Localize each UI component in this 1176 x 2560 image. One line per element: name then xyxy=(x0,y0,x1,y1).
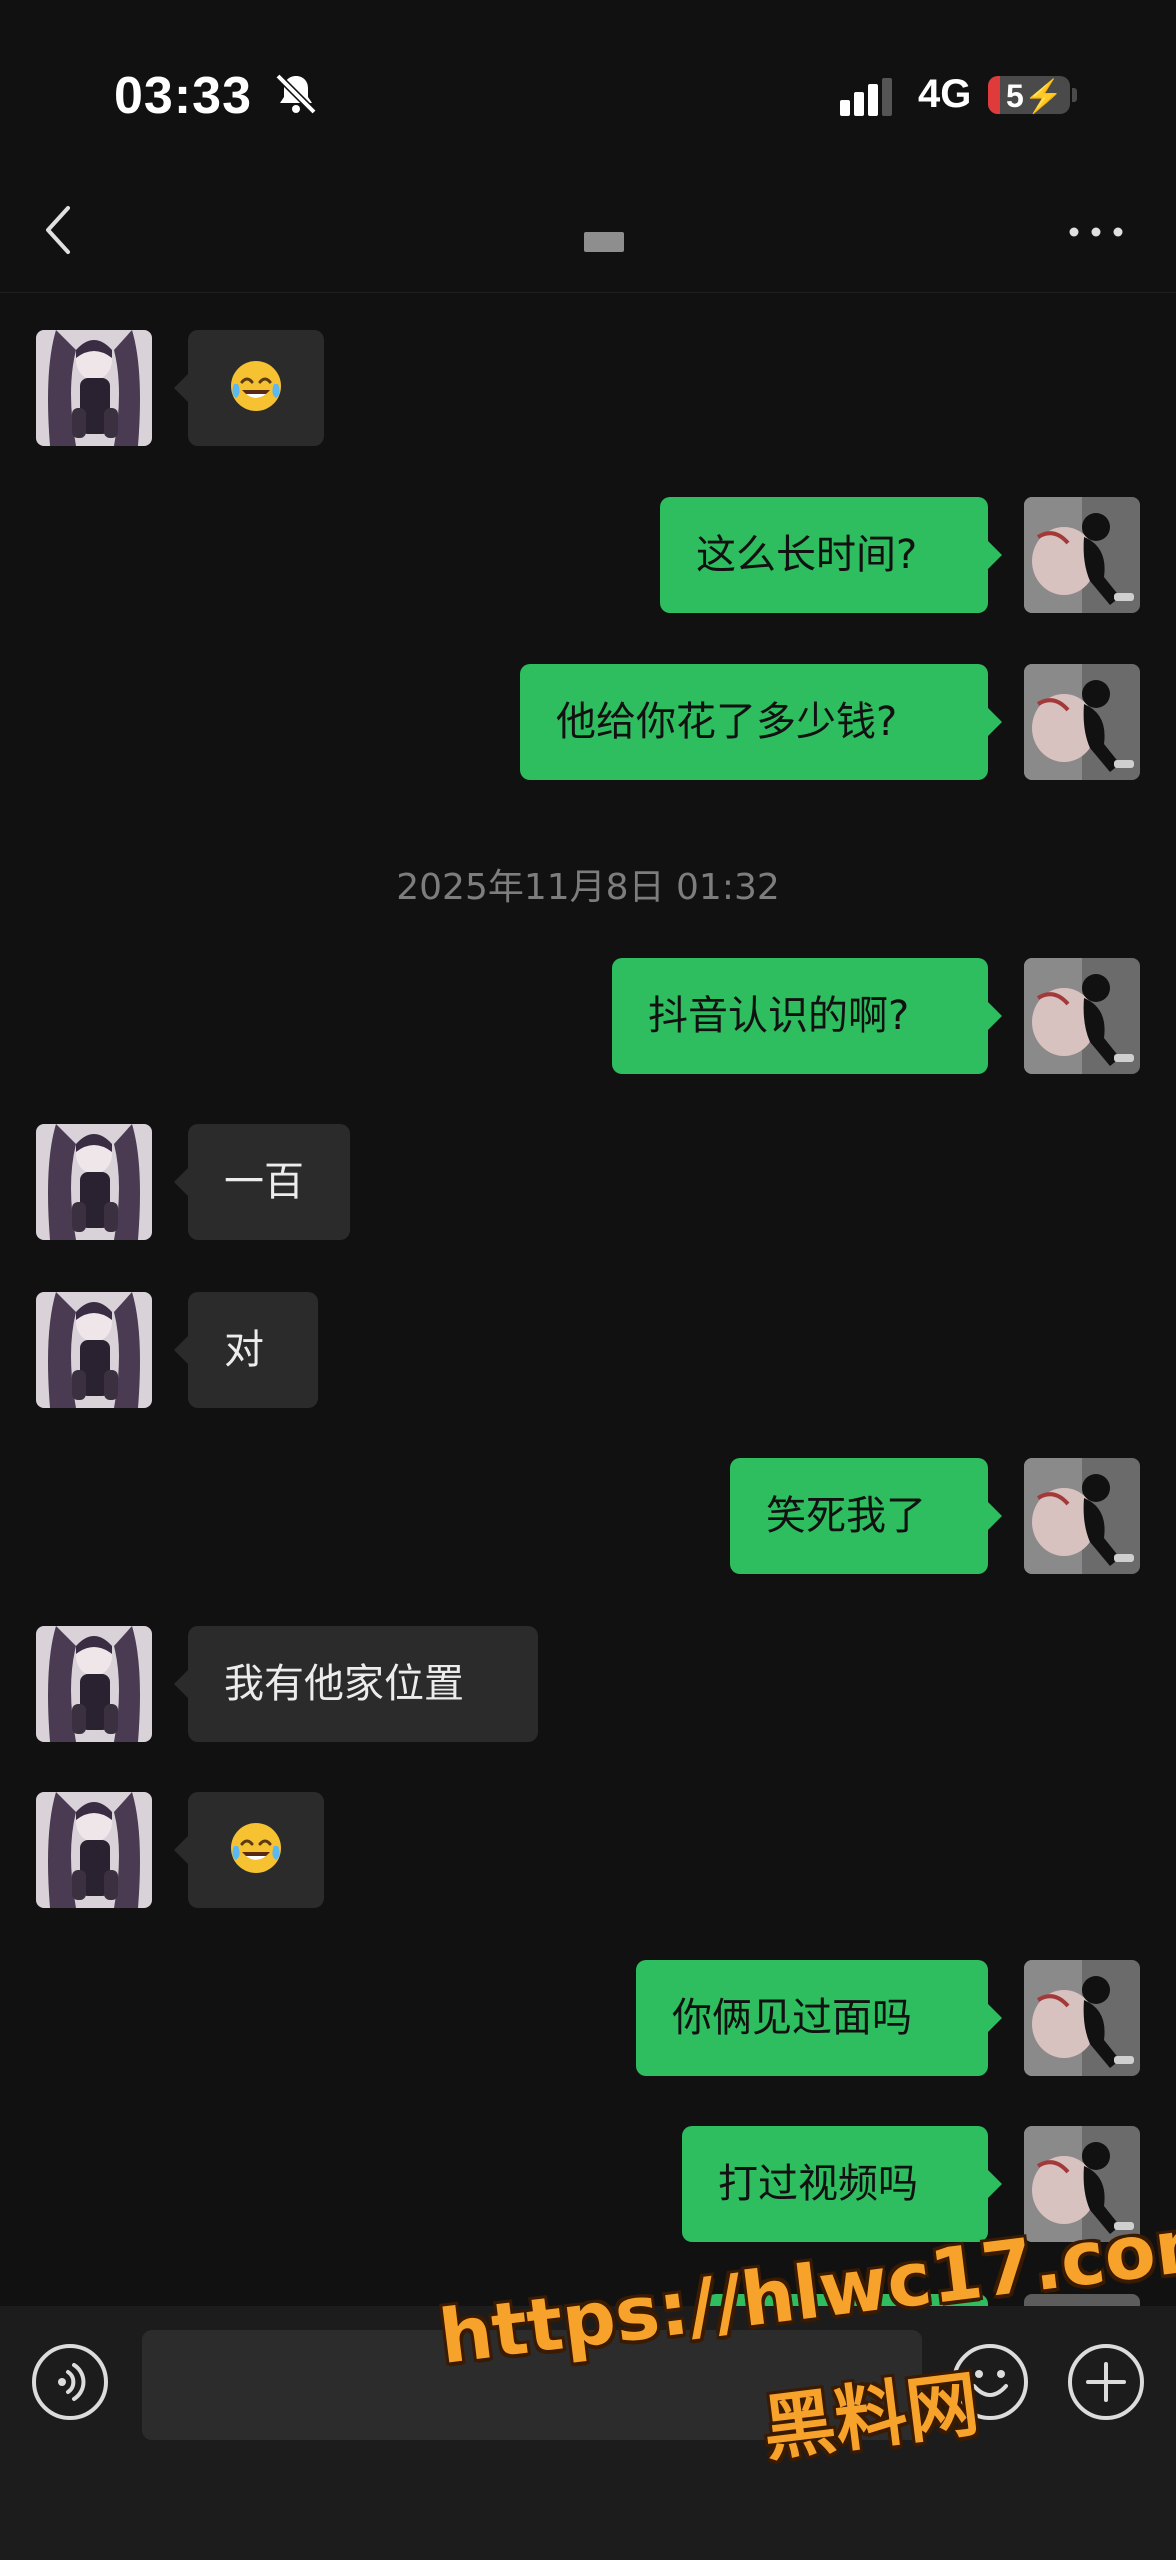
sent-message: 你俩见过面吗 xyxy=(0,1960,1176,2076)
my-avatar[interactable] xyxy=(1024,497,1140,613)
received-message: 一百 xyxy=(0,1124,1176,1240)
contact-avatar[interactable] xyxy=(36,330,152,446)
message-bubble[interactable]: 他给你花了多少钱? xyxy=(520,664,1002,780)
plus-circle-icon[interactable] xyxy=(1066,2342,1146,2422)
signal-bars-icon xyxy=(840,78,892,116)
battery-text: 5⚡ xyxy=(1006,78,1064,114)
input-bar xyxy=(0,2306,1176,2560)
received-message xyxy=(0,330,1176,446)
contact-avatar[interactable] xyxy=(36,1124,152,1240)
my-avatar[interactable] xyxy=(1024,664,1140,780)
emoji-message-bubble[interactable] xyxy=(174,1792,324,1908)
sent-message: 笑死我了 xyxy=(0,1458,1176,1574)
ellipsis-icon[interactable] xyxy=(1068,224,1124,240)
message-timestamp: 2025年11月8日 01:32 xyxy=(396,867,780,908)
battery-level xyxy=(988,76,1000,114)
received-message: 对 xyxy=(0,1292,1176,1408)
sent-message: 这么长时间? xyxy=(0,497,1176,613)
message-bubble[interactable]: 打过视频吗 xyxy=(682,2126,1002,2242)
my-avatar[interactable] xyxy=(1024,2126,1140,2242)
bell-slash-icon xyxy=(275,73,317,115)
message-bubble[interactable]: 对 xyxy=(174,1292,318,1408)
contact-avatar[interactable] xyxy=(36,1292,152,1408)
my-avatar[interactable] xyxy=(1024,1458,1140,1574)
message-bubble[interactable]: 笑死我了 xyxy=(730,1458,1002,1574)
status-time: 03:33 xyxy=(114,67,252,125)
battery-indicator: 5⚡ xyxy=(988,76,1070,114)
my-avatar[interactable] xyxy=(1024,1960,1140,2076)
voice-wave-icon[interactable] xyxy=(30,2342,110,2422)
sent-message: 他给你花了多少钱? xyxy=(0,664,1176,780)
sent-message: 抖音认识的啊? xyxy=(0,958,1176,1074)
laughing-tears-emoji-icon xyxy=(231,361,281,411)
chevron-left-icon[interactable] xyxy=(40,198,80,262)
sent-message: 打过视频吗 xyxy=(0,2126,1176,2242)
status-bar: 03:33 4G 5⚡ xyxy=(0,0,1176,180)
chat-header: ■ xyxy=(0,180,1176,293)
message-input[interactable] xyxy=(142,2330,922,2440)
contact-avatar[interactable] xyxy=(36,1626,152,1742)
message-bubble[interactable]: 你俩见过面吗 xyxy=(636,1960,1002,2076)
chat-title: ■ xyxy=(584,232,624,252)
message-bubble[interactable]: 抖音认识的啊? xyxy=(612,958,1002,1074)
message-bubble[interactable]: 这么长时间? xyxy=(660,497,1002,613)
smiley-icon[interactable] xyxy=(950,2342,1030,2422)
my-avatar[interactable] xyxy=(1024,958,1140,1074)
received-message: 我有他家位置 xyxy=(0,1626,1176,1742)
laughing-tears-emoji-icon xyxy=(231,1823,281,1873)
battery-tip xyxy=(1072,88,1077,102)
message-bubble[interactable]: 一百 xyxy=(174,1124,350,1240)
network-type: 4G xyxy=(918,72,972,116)
emoji-message-bubble[interactable] xyxy=(174,330,324,446)
message-bubble[interactable]: 我有他家位置 xyxy=(174,1626,538,1742)
contact-avatar[interactable] xyxy=(36,1792,152,1908)
received-message xyxy=(0,1792,1176,1908)
